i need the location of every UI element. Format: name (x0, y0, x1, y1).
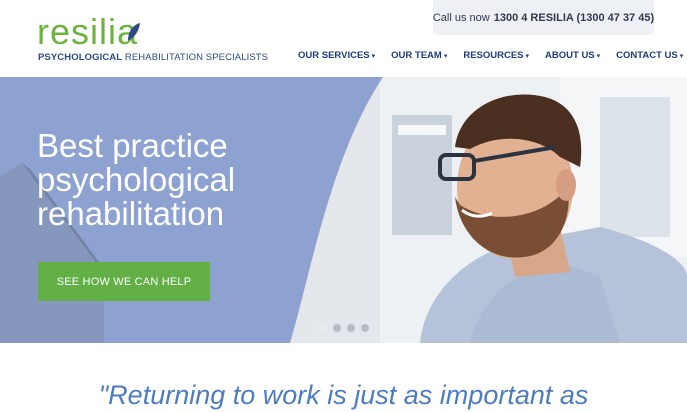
chevron-down-icon: ▾ (443, 52, 448, 60)
chevron-down-icon: ▾ (371, 52, 376, 60)
nav-label: ABOUT US (545, 50, 595, 61)
chevron-down-icon: ▾ (679, 52, 684, 60)
nav-label: CONTACT US (616, 50, 678, 61)
slide-dot-3[interactable] (347, 324, 355, 332)
nav-label: OUR SERVICES (298, 50, 370, 61)
see-how-we-can-help-button[interactable]: SEE HOW WE CAN HELP (38, 262, 210, 301)
slide-dot-1[interactable] (319, 324, 327, 332)
slide-dot-4[interactable] (361, 324, 369, 332)
phone-number-link[interactable]: 1300 4 RESILIA (1300 47 37 45) (494, 12, 654, 24)
leaf-icon (128, 23, 140, 41)
hero-title-line: rehabilitation (37, 195, 225, 232)
nav-label: RESOURCES (463, 50, 524, 61)
nav-our-services[interactable]: OUR SERVICES ▾ (298, 50, 375, 61)
hero-slider: Best practice psychological rehabilitati… (0, 77, 687, 343)
main-nav: OUR SERVICES ▾ OUR TEAM ▾ RESOURCES ▾ ABOUT… (298, 50, 683, 61)
nav-resources[interactable]: RESOURCES ▾ (463, 50, 529, 61)
logo-tagline: PSYCHOLOGICAL REHABILITATION SPECIALISTS (38, 52, 268, 63)
hero-title-line: Best practice (37, 127, 228, 164)
hero-title: Best practice psychological rehabilitati… (37, 129, 297, 231)
testimonial-quote: "Returning to work is just as important … (98, 380, 589, 410)
hero-title-line: psychological (37, 161, 236, 198)
nav-contact-us[interactable]: CONTACT US ▾ (616, 50, 683, 61)
site-header: resilia PSYCHOLOGICAL REHABILITATION SPE… (0, 0, 687, 77)
slider-pagination (319, 324, 369, 332)
tagline-bold: PSYCHOLOGICAL (38, 52, 123, 63)
nav-about-us[interactable]: ABOUT US ▾ (545, 50, 600, 61)
phone-prefix: Call us now (432, 11, 490, 24)
chevron-down-icon: ▾ (596, 52, 601, 60)
nav-label: OUR TEAM (391, 50, 442, 61)
phone-banner: Call us now 1300 4 RESILIA (1300 47 37 4… (433, 0, 654, 35)
logo[interactable]: resilia (37, 14, 138, 50)
chevron-down-icon: ▾ (525, 52, 530, 60)
tagline-rest: REHABILITATION SPECIALISTS (122, 52, 269, 63)
nav-our-team[interactable]: OUR TEAM ▾ (391, 50, 447, 61)
slide-dot-2[interactable] (333, 324, 341, 332)
